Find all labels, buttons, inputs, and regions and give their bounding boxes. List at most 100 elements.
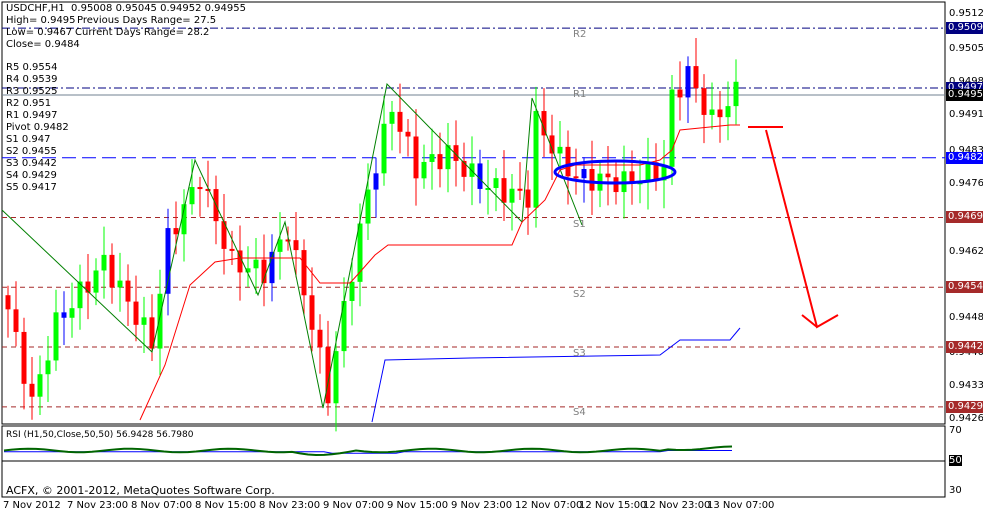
candle-body	[669, 89, 675, 167]
pivot-item: S3 0.9442	[6, 158, 57, 169]
rsi-axis-30: 30	[949, 485, 962, 496]
candle-body	[69, 308, 75, 318]
candle-body	[29, 383, 35, 397]
candle-body	[253, 259, 259, 269]
candle-body	[469, 163, 475, 177]
down-arrow	[765, 129, 839, 329]
candle-body	[477, 163, 483, 189]
candle-body	[45, 360, 51, 375]
time-tick: 12 Nov 07:00	[515, 500, 583, 511]
candle-body	[645, 162, 651, 183]
candle-body	[285, 239, 291, 242]
candle-body	[61, 312, 67, 318]
candle-body	[293, 240, 299, 251]
candle-body	[301, 250, 307, 296]
candle-body	[93, 270, 99, 293]
candle-body	[5, 295, 11, 310]
price-tag: 0.94822	[946, 151, 983, 164]
mt4-chart-window: USDCHF,H1 0.95008 0.95045 0.94952 0.9495…	[0, 0, 983, 515]
price-tick: 0.95050	[949, 43, 983, 55]
pivot-item: S1 0.947	[6, 134, 51, 145]
price-tag: 0.95097	[946, 22, 983, 35]
time-tick: 12 Nov 23:00	[643, 500, 711, 511]
price-tick: 0.94620	[949, 245, 983, 257]
candle-body	[405, 131, 411, 137]
cur-range: Current Days Range= 28.2	[75, 27, 210, 38]
candle-body	[141, 317, 147, 325]
candle-body	[117, 280, 123, 288]
candle-body	[101, 254, 107, 271]
time-tick: 8 Nov 15:00	[195, 500, 257, 511]
candle-body	[733, 81, 739, 107]
copyright: ACFX, © 2001-2012, MetaQuotes Software C…	[6, 484, 275, 497]
symbol-line: USDCHF,H1 0.95008 0.95045 0.94952 0.9495…	[6, 3, 246, 14]
candle-body	[125, 280, 131, 302]
pivot-item: S4 0.9429	[6, 170, 57, 181]
candle-body	[613, 177, 619, 193]
candle-body	[581, 169, 587, 179]
candle-body	[605, 173, 611, 178]
candle-body	[413, 136, 419, 179]
zigzag-line	[1, 82, 583, 409]
candle-body	[517, 188, 523, 191]
candle-body	[197, 187, 203, 190]
candle-body	[421, 161, 427, 179]
candle-body	[157, 293, 163, 349]
pivot-item: R1 0.9497	[6, 110, 58, 121]
time-tick: 7 Nov 23:00	[67, 500, 129, 511]
candle-body	[13, 309, 19, 332]
rsi-axis-70: 70	[949, 425, 962, 436]
time-tick: 7 Nov 2012	[3, 500, 61, 511]
pivot-item: R4 0.9539	[6, 74, 58, 85]
candle-body	[229, 248, 235, 251]
time-tick: 9 Nov 07:00	[323, 500, 385, 511]
main-chart-frame	[1, 1, 946, 425]
time-tick: 8 Nov 07:00	[131, 500, 193, 511]
candle-body	[309, 295, 315, 330]
pivot-item: R5 0.9554	[6, 62, 58, 73]
pivot-item: S2 0.9455	[6, 146, 57, 157]
pivot-item: R2 0.951	[6, 98, 52, 109]
candle-body	[701, 88, 707, 115]
candle-body	[685, 66, 691, 98]
candle-body	[589, 169, 595, 191]
pivot-item: Pivot 0.9482	[6, 122, 69, 133]
candle-body	[573, 176, 579, 179]
candle-body	[501, 178, 507, 203]
candle-body	[317, 329, 323, 348]
candle-body	[37, 374, 43, 397]
candle-body	[533, 111, 539, 208]
price-tag: 0.94695	[946, 211, 983, 224]
price-tick: 0.94910	[949, 109, 983, 121]
candle-body	[333, 351, 339, 404]
candle-body	[493, 178, 499, 189]
level-s1: S1	[573, 219, 586, 230]
level-s4: S4	[573, 407, 586, 418]
time-tick: 9 Nov 23:00	[451, 500, 513, 511]
candle-body	[373, 173, 379, 190]
candle-body	[173, 228, 179, 235]
candle-body	[725, 106, 731, 118]
support-line	[371, 327, 741, 423]
prev-range: Previous Days Range= 27.5	[77, 15, 217, 26]
candle-body	[709, 109, 715, 115]
price-tick: 0.94335	[949, 380, 983, 392]
candle-body	[397, 111, 403, 132]
candle-body	[349, 281, 355, 301]
candle-body	[53, 312, 59, 361]
candle-body	[509, 188, 515, 203]
level-r1: R1	[573, 89, 587, 100]
price-tick: 0.94480	[949, 311, 983, 323]
time-tick: 8 Nov 23:00	[259, 500, 321, 511]
price-tag: 0.94955	[946, 89, 983, 102]
candle-body	[525, 189, 531, 208]
high-value: High= 0.9495	[6, 15, 76, 26]
price-tag: 0.94547	[946, 281, 983, 294]
price-tick: 0.95125	[949, 8, 983, 19]
rsi-axis-50: 50	[949, 455, 962, 466]
candle-body	[677, 89, 683, 98]
candle-body	[381, 123, 387, 174]
candle-body	[133, 301, 139, 325]
candle-body	[389, 111, 395, 124]
candle-body	[429, 154, 435, 162]
